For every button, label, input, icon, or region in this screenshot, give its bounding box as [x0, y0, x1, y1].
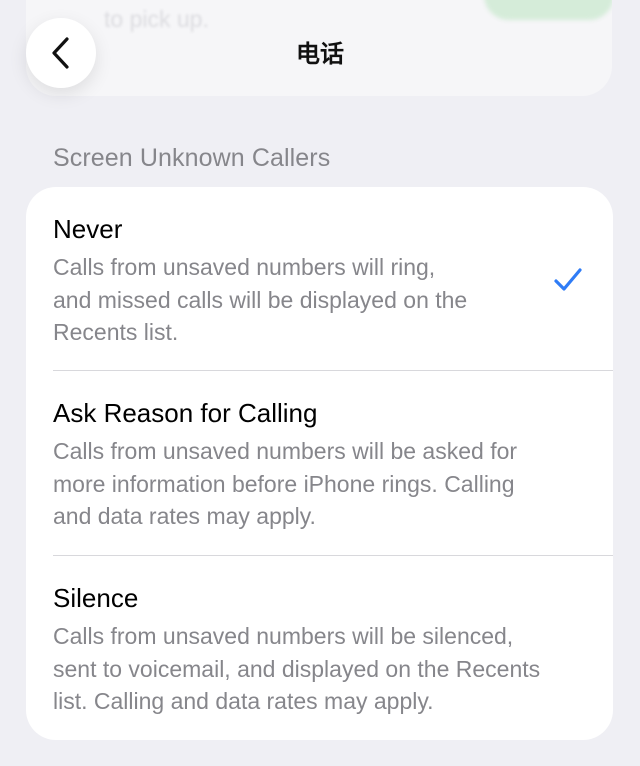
option-title: Silence: [53, 583, 139, 613]
option-title: Never: [53, 214, 123, 244]
option-never[interactable]: Never Calls from unsaved numbers will ri…: [26, 187, 613, 370]
previous-card-toggle[interactable]: [484, 0, 612, 20]
option-silence[interactable]: Silence Calls from unsaved numbers will …: [26, 556, 613, 740]
option-description: Calls from unsaved numbers will be asked…: [53, 438, 518, 529]
previous-card-text: phone will then notify you when it's to …: [104, 6, 209, 32]
page-title: 电话: [296, 40, 344, 68]
section-header: Screen Unknown Callers: [53, 144, 331, 172]
chevron-left-icon: [49, 35, 73, 71]
option-ask-reason-for-calling[interactable]: Ask Reason for Calling Calls from unsave…: [26, 371, 613, 555]
back-button[interactable]: [26, 18, 96, 88]
option-title: Ask Reason for Calling: [53, 398, 318, 428]
screen-callers-options: Never Calls from unsaved numbers will ri…: [26, 187, 613, 740]
settings-screen: phone will then notify you when it's to …: [0, 0, 640, 766]
checkmark-icon: [553, 267, 583, 298]
option-description: Calls from unsaved numbers will be silen…: [53, 623, 541, 714]
option-description: Calls from unsaved numbers will ring, an…: [53, 254, 468, 345]
